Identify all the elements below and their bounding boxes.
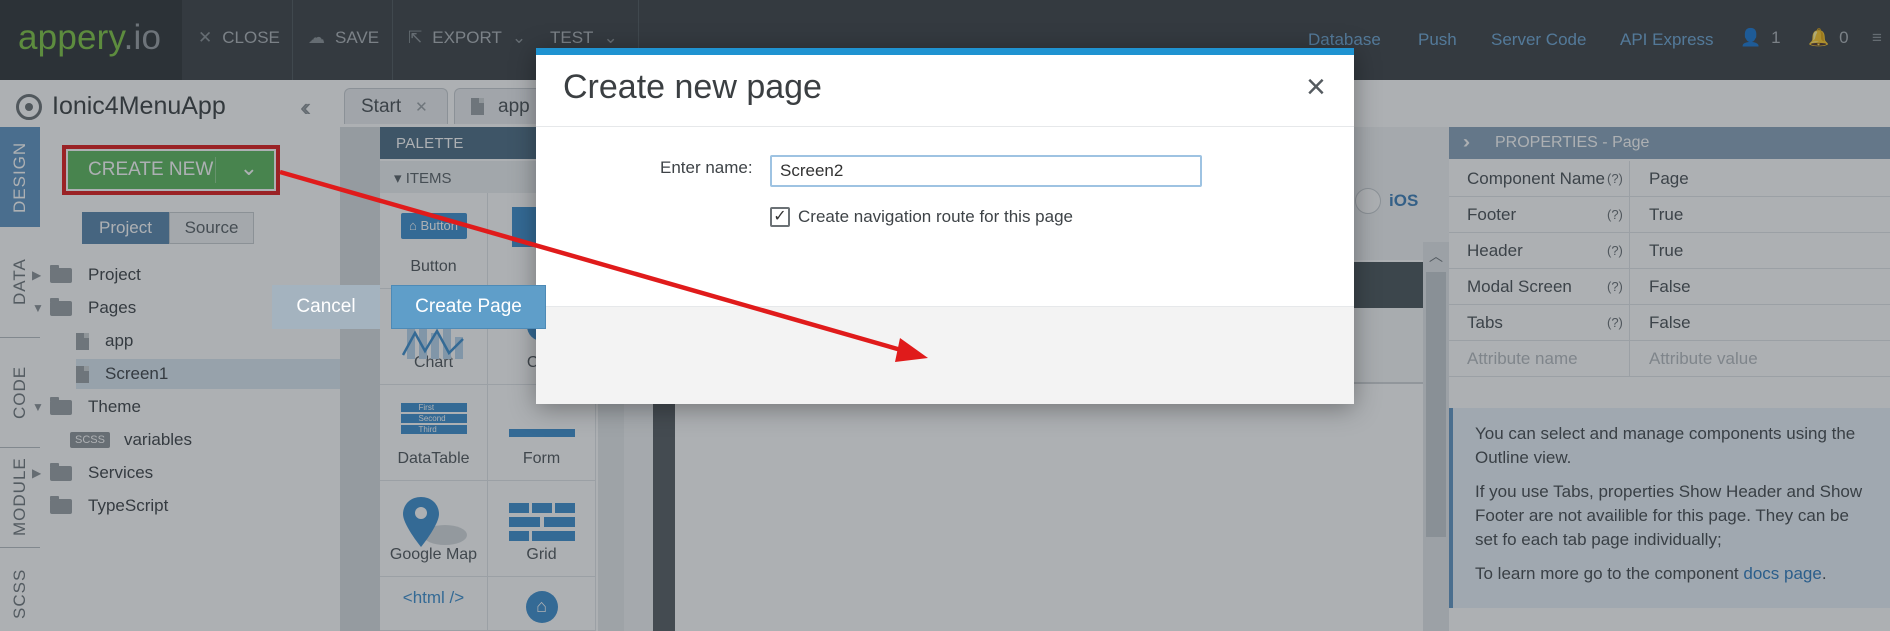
route-checkbox[interactable]: ✓ — [770, 207, 790, 227]
page-name-input[interactable] — [770, 155, 1202, 187]
create-page-dialog: Create new page × Enter name: ✓ Create n… — [536, 48, 1354, 404]
create-page-button[interactable]: Create Page — [391, 285, 546, 329]
name-label: Enter name: — [660, 158, 753, 177]
cancel-button[interactable]: Cancel — [272, 285, 380, 329]
close-icon[interactable]: × — [1306, 70, 1326, 104]
route-checkbox-label[interactable]: Create navigation route for this page — [798, 207, 1073, 227]
dialog-footer — [536, 306, 1354, 404]
dialog-title: Create new page — [563, 68, 822, 106]
